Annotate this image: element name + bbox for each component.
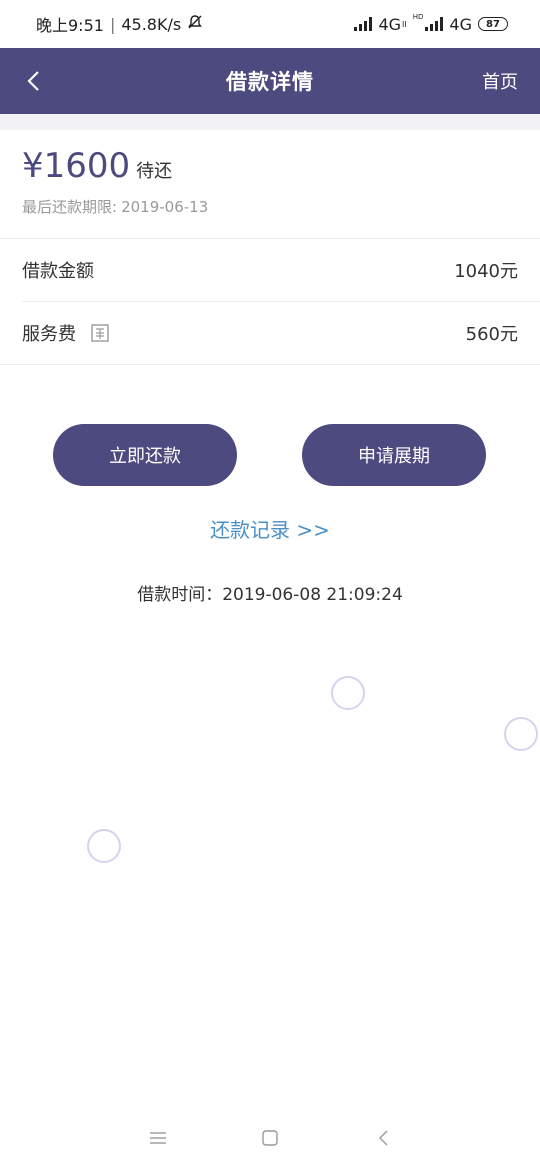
- repayment-records-link[interactable]: 还款记录 >>: [0, 514, 540, 543]
- square-home-icon: [262, 1130, 278, 1146]
- amount-due: ¥1600: [22, 146, 131, 186]
- network-type-1: 4G: [378, 14, 402, 34]
- system-nav-bar: [0, 1118, 540, 1158]
- repay-now-button[interactable]: 立即还款: [53, 424, 237, 486]
- nav-bar: 借款详情 首页: [0, 48, 540, 114]
- detail-label: 借款金额: [22, 261, 94, 282]
- fee-info-icon[interactable]: [90, 323, 110, 343]
- back-button[interactable]: [18, 64, 48, 98]
- section-spacer: [0, 114, 540, 130]
- amount-summary: ¥1600 待还 最后还款期限: 2019-06-13: [22, 146, 518, 217]
- status-time: 晚上9:51: [36, 16, 104, 35]
- home-link[interactable]: 首页: [482, 68, 518, 94]
- loan-time: 借款时间：2019-06-08 21:09:24: [137, 585, 403, 605]
- decorative-circle: [87, 829, 121, 863]
- battery-icon: 87: [478, 17, 508, 31]
- signal-icon: [354, 17, 373, 31]
- back-arrow-icon: [379, 1130, 388, 1146]
- network-type-2: 4G: [449, 14, 472, 34]
- decorative-circle: [331, 676, 365, 710]
- detail-row-service-fee: 服务费 560元: [22, 302, 518, 364]
- decorative-circle: [504, 717, 538, 751]
- menu-icon: [150, 1132, 166, 1144]
- detail-label: 服务费: [22, 324, 76, 345]
- network-type-1-sub: II: [402, 19, 407, 29]
- deadline: 最后还款期限: 2019-06-13: [22, 196, 518, 217]
- signal-icon-2: [425, 17, 444, 31]
- network-speed: 45.8K/s: [121, 14, 182, 34]
- system-back-button[interactable]: [374, 1128, 394, 1148]
- muted-bell-icon: [187, 14, 203, 34]
- repay-status: 待还: [136, 161, 173, 182]
- menu-button[interactable]: [148, 1128, 168, 1148]
- status-left: 晚上9:51 | 45.8K/s: [36, 12, 203, 36]
- home-button[interactable]: [260, 1128, 280, 1148]
- chevron-left-icon: [27, 71, 39, 91]
- status-bar: 晚上9:51 | 45.8K/s 4G II HD 4G 87: [0, 0, 540, 48]
- status-right: 4G II HD 4G 87: [354, 13, 508, 34]
- hd-label: HD: [412, 13, 424, 21]
- detail-label-group: 服务费: [22, 320, 110, 346]
- amount-row: ¥1600 待还: [22, 146, 518, 186]
- apply-extension-button[interactable]: 申请展期: [302, 424, 486, 486]
- detail-value: 560元: [465, 324, 518, 345]
- detail-value: 1040元: [454, 261, 518, 282]
- deadline-date: 2019-06-13: [121, 198, 209, 216]
- divider: [0, 364, 540, 365]
- status-separator: |: [109, 14, 116, 34]
- detail-row-loan-amount: 借款金额 1040元: [22, 239, 518, 301]
- deadline-label: 最后还款期限:: [22, 198, 118, 216]
- battery-level: 87: [486, 18, 500, 30]
- page-title: 借款详情: [226, 70, 314, 94]
